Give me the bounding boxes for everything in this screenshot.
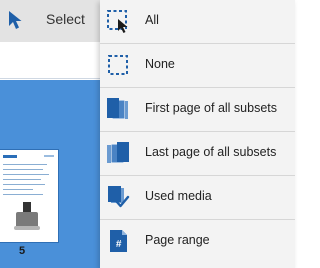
- last-page-subsets-icon: [107, 142, 129, 163]
- thumbnail-text-line: [3, 179, 41, 180]
- page-thumbnail[interactable]: [0, 149, 59, 243]
- thumbnail-text-line: [3, 189, 33, 190]
- page-range-icon: #: [110, 230, 127, 252]
- select-button-label: Select: [46, 11, 85, 27]
- first-page-subsets-icon: [107, 98, 128, 119]
- select-dropdown-menu: All None First page of all subsets Last …: [100, 0, 295, 268]
- menu-item-page-range[interactable]: # Page range: [100, 220, 295, 263]
- menu-item-label: All: [145, 13, 159, 27]
- menu-item-all[interactable]: All: [100, 0, 295, 43]
- menu-item-used-media[interactable]: Used media: [100, 176, 295, 219]
- menu-item-label: None: [145, 57, 175, 71]
- menu-item-last-page-subsets[interactable]: Last page of all subsets: [100, 132, 295, 175]
- thumbnail-text-line: [3, 169, 43, 170]
- thumbnail-text-line: [3, 194, 43, 195]
- thumbnail-text-line: [3, 164, 47, 165]
- menu-item-first-page-subsets[interactable]: First page of all subsets: [100, 88, 295, 131]
- cursor-arrow-icon: [9, 11, 22, 29]
- menu-item-none[interactable]: None: [100, 44, 295, 87]
- svg-text:#: #: [116, 239, 122, 250]
- menu-item-label: First page of all subsets: [145, 101, 278, 115]
- menu-item-label: Last page of all subsets: [145, 145, 277, 159]
- used-media-icon: [108, 186, 130, 208]
- menu-item-label: Used media: [145, 189, 212, 203]
- menu-item-label: Page range: [145, 233, 210, 247]
- select-all-icon: [107, 10, 128, 33]
- divider: [0, 78, 100, 79]
- thumbnail-logo: [3, 155, 17, 158]
- select-none-icon: [108, 55, 128, 75]
- thumbnail-product-shadow: [14, 226, 40, 230]
- page-number: 5: [18, 245, 26, 257]
- select-button[interactable]: Select: [0, 0, 100, 42]
- thumbnail-text-line: [3, 174, 49, 175]
- thumbnail-text-line: [3, 184, 45, 185]
- thumbnail-header-text: [44, 155, 54, 157]
